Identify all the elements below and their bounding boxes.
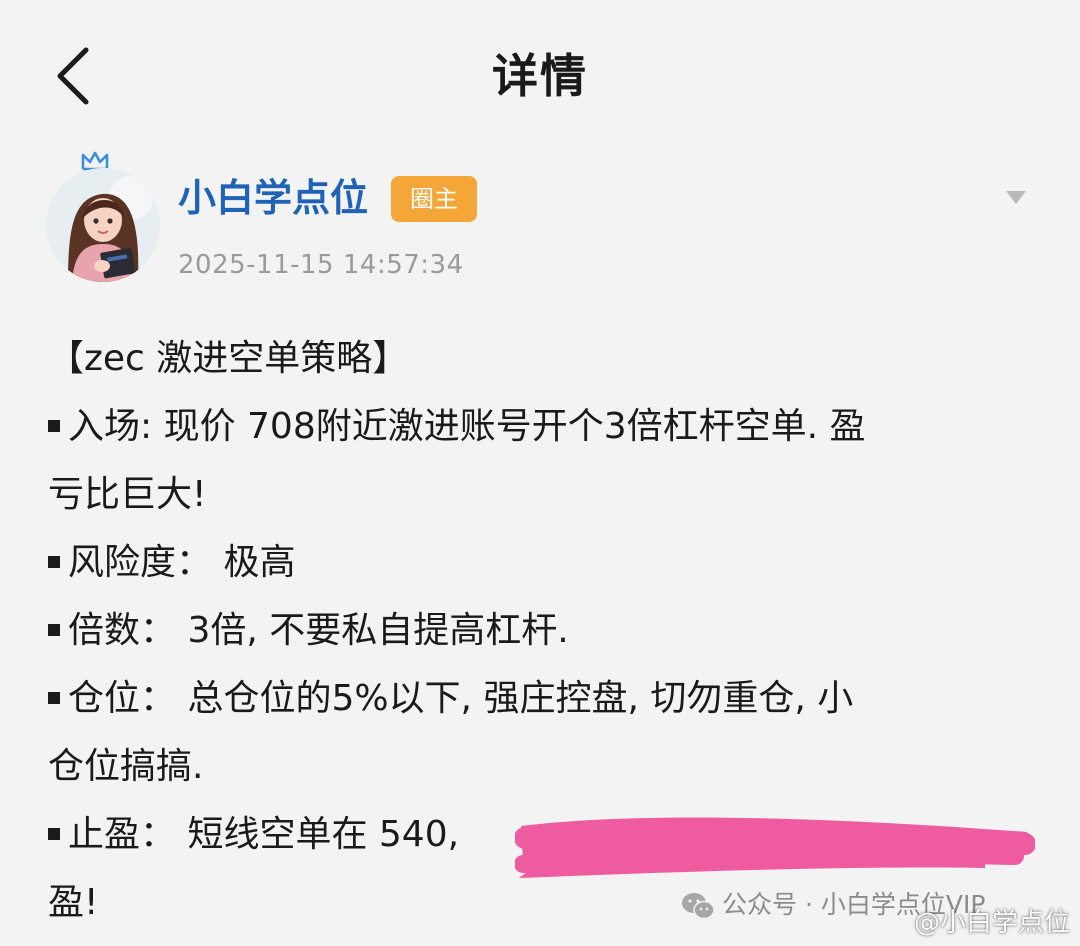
owner-badge: 圈主: [391, 176, 477, 222]
avatar-girl-reading-icon: [46, 168, 160, 282]
top-bar: 详情: [0, 0, 1080, 150]
avatar[interactable]: [46, 168, 160, 282]
bullet-icon: [48, 828, 60, 840]
post-line-entry: 入场: 现价 708附近激进账号开个3倍杠杆空单. 盈: [48, 393, 1038, 461]
post-line-leverage: 倍数： 3倍, 不要私自提高杠杆.: [48, 597, 1038, 665]
post-title-line: 【zec 激进空单策略】: [48, 338, 409, 379]
author-name[interactable]: 小白学点位: [178, 172, 368, 224]
redaction-scribble: [515, 817, 1035, 878]
post-detail-page: 详情 小白学点位 圈主 2025-11-15 14:57:34 【zec 激进空…: [0, 0, 1080, 946]
bullet-icon: [48, 624, 60, 636]
bullet-icon: [48, 692, 60, 704]
post-timestamp: 2025-11-15 14:57:34: [178, 250, 464, 280]
bullet-icon: [48, 556, 60, 568]
post-line-entry-cont: 亏比巨大!: [48, 474, 207, 515]
weibo-watermark: @小白学点位: [913, 908, 1070, 938]
post-line-position: 仓位： 总仓位的5%以下, 强庄控盘, 切勿重仓, 小: [48, 665, 1038, 733]
avatar-wrap[interactable]: [46, 150, 164, 284]
dropdown-arrow-icon[interactable]: [1004, 188, 1028, 206]
post-line-position-cont: 仓位搞搞.: [48, 746, 204, 787]
post-line-risk: 风险度： 极高: [48, 529, 1038, 597]
author-row: 小白学点位 圈主 2025-11-15 14:57:34: [46, 150, 1046, 290]
bullet-icon: [48, 420, 60, 432]
page-title: 详情: [492, 49, 588, 103]
wechat-icon: [682, 893, 715, 920]
